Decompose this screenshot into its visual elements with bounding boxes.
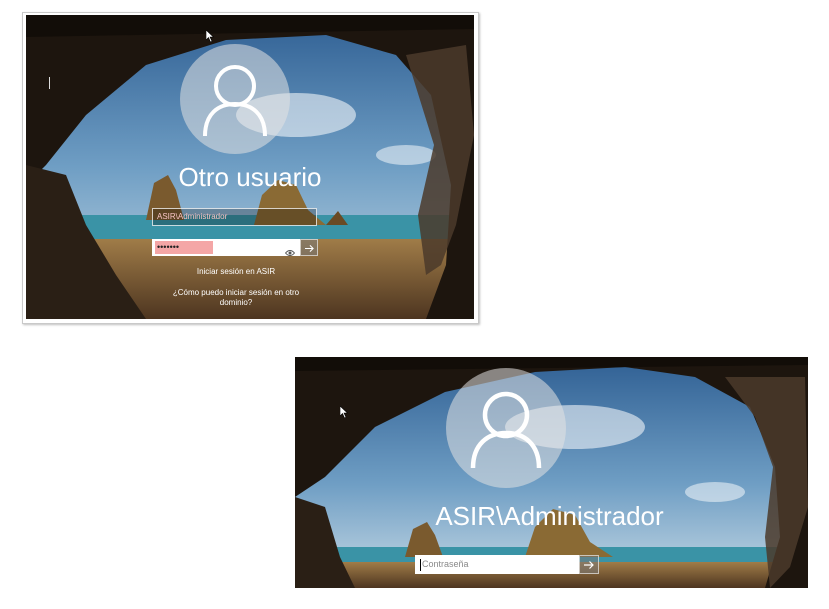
eye-icon[interactable] <box>284 244 296 256</box>
password-field[interactable]: Contraseña <box>415 555 579 574</box>
username-field[interactable]: ASIR\Administrador <box>152 208 317 226</box>
lock-screen-administrator: ASIR\Administrador Contraseña <box>295 357 808 588</box>
user-avatar <box>446 368 566 488</box>
username-value: ASIR\Administrador <box>157 212 228 221</box>
user-avatar <box>180 44 290 154</box>
arrow-right-icon <box>304 244 314 253</box>
user-title: Otro usuario <box>178 162 322 192</box>
submit-arrow-button[interactable] <box>579 555 599 574</box>
password-field[interactable]: ••••••• <box>152 239 300 256</box>
submit-arrow-button[interactable] <box>300 239 318 256</box>
mouse-cursor-icon <box>339 405 349 419</box>
signin-domain-text: Iniciar sesión en ASIR <box>196 267 276 276</box>
user-silhouette-icon <box>203 65 267 137</box>
password-placeholder: Contraseña <box>422 559 469 569</box>
mouse-cursor-icon <box>205 29 215 43</box>
user-title: ASIR\Administrador <box>435 501 664 531</box>
other-domain-link[interactable]: ¿Cómo puedo iniciar sesión en otro domin… <box>161 288 311 308</box>
text-caret <box>49 77 50 89</box>
arrow-right-icon <box>584 561 594 569</box>
password-mask: ••••••• <box>155 241 213 254</box>
lock-screen-other-user: Otro usuario ASIR\Administrador ••••••• … <box>26 15 474 319</box>
password-caret <box>420 559 421 571</box>
user-silhouette-icon <box>470 391 542 469</box>
